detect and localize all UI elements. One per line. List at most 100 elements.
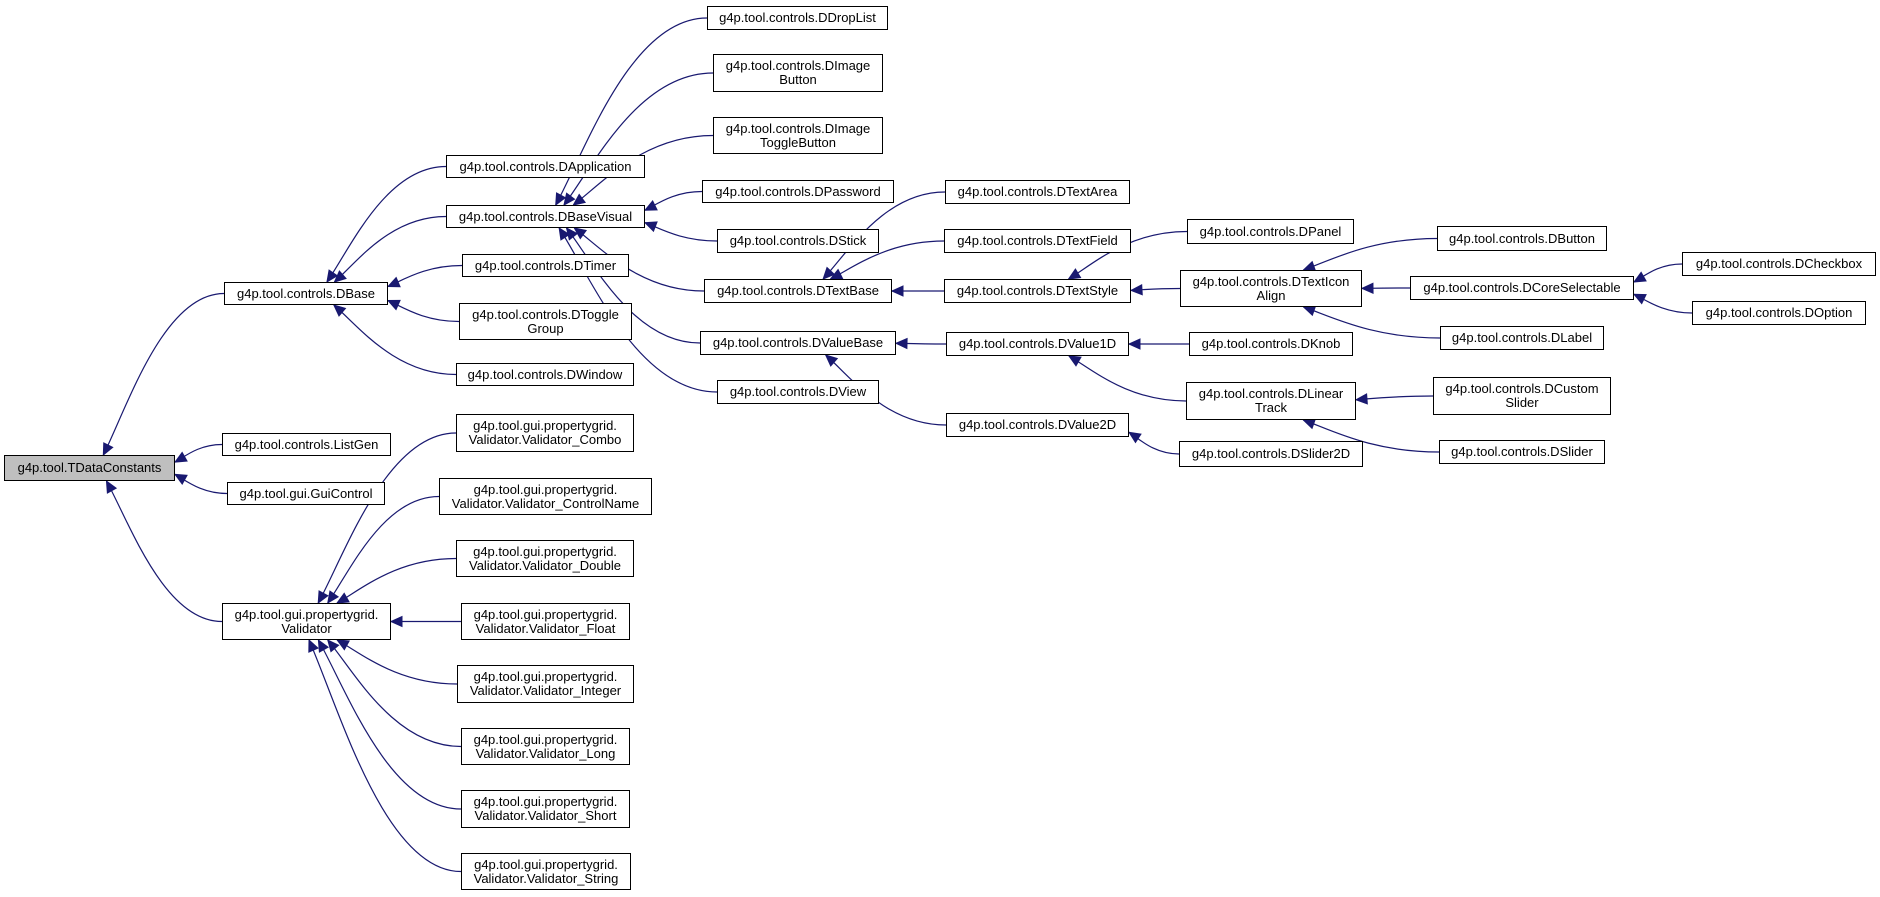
class-node-label: g4p.tool.controls.DSlider [1451,444,1593,459]
class-node-dtext-base[interactable]: g4p.tool.controls.DTextBase [704,279,892,303]
class-node-dtoggle-group[interactable]: g4p.tool.controls.DToggle Group [459,303,632,340]
edge-dknob-to-dvalue1-d-arrowhead-icon [1127,338,1141,350]
class-node-dtext-icon-align[interactable]: g4p.tool.controls.DTextIcon Align [1180,270,1362,307]
class-node-vfloat[interactable]: g4p.tool.gui.propertygrid. Validator.Vali… [461,603,630,640]
class-node-label: g4p.tool.controls.DSlider2D [1191,446,1351,461]
class-node-dtext-field[interactable]: g4p.tool.controls.DTextField [944,229,1131,253]
class-node-dtimer[interactable]: g4p.tool.controls.DTimer [462,254,629,277]
class-node-gui-control[interactable]: g4p.tool.gui.GuiControl [227,482,385,505]
class-node-vinteger[interactable]: g4p.tool.gui.propertygrid. Validator.Vali… [457,665,634,703]
class-node-dvalue-base[interactable]: g4p.tool.controls.DValueBase [700,331,896,355]
class-node-label: g4p.tool.controls.DToggle [472,306,619,322]
class-node-validator[interactable]: g4p.tool.gui.propertygrid. Validator [222,603,391,640]
class-node-dstick[interactable]: g4p.tool.controls.DStick [717,229,879,253]
class-node-label: g4p.tool.controls.ListGen [234,436,379,452]
class-node-label: g4p.tool.controls.DKnob [1201,336,1341,351]
class-node-label: g4p.tool.controls.DBase [236,285,376,301]
class-node-label: g4p.tool.controls.DPanel [1199,223,1342,239]
class-node-dlinear-track[interactable]: g4p.tool.controls.DLinear Track [1186,382,1356,420]
class-node-dlabel[interactable]: g4p.tool.controls.DLabel [1440,326,1604,350]
edge-dtoggle-group-to-dbase-arrowhead-icon [386,299,401,311]
class-node-label: Validator.Validator_Short [474,808,617,823]
edge-validator-to-tdata-constants-arrowhead-icon [105,479,118,494]
class-node-dslider[interactable]: g4p.tool.controls.DSlider [1439,440,1605,464]
edge-dpanel-to-dtext-style-arrowhead-icon [1067,268,1082,280]
class-node-label: g4p.tool.controls.DLinear [1198,386,1344,401]
class-node-vlong[interactable]: g4p.tool.gui.propertygrid. Validator.Vali… [461,728,630,765]
class-node-dapplication[interactable]: g4p.tool.controls.DApplication [446,155,645,178]
class-node-dtext-style[interactable]: g4p.tool.controls.DTextStyle [944,279,1131,303]
edge-list-gen-to-tdata-constants-arrowhead-icon [173,451,188,463]
class-node-tdata-constants[interactable]: g4p.tool.TDataConstants [4,455,175,481]
class-node-dknob[interactable]: g4p.tool.controls.DKnob [1189,332,1353,356]
class-node-label: g4p.tool.gui.propertygrid. [473,481,618,497]
class-node-label: g4p.tool.controls.DBaseVisual [458,208,633,224]
class-node-vstring[interactable]: g4p.tool.gui.propertygrid. Validator.Vali… [461,853,631,890]
edge-dcore-selectable-to-dtext-icon-align-arrowhead-icon [1360,282,1374,295]
class-node-dimage-toggle-button[interactable]: g4p.tool.controls.DImage ToggleButton [713,117,883,154]
class-node-dbase-visual[interactable]: g4p.tool.controls.DBaseVisual [446,205,645,228]
class-node-list-gen[interactable]: g4p.tool.controls.ListGen [222,433,391,456]
class-node-label: Button [779,72,817,87]
edge-dbase-to-tdata-constants [102,292,225,456]
edge-doption-to-dcore-selectable-arrowhead-icon [1632,293,1647,305]
class-node-label: g4p.tool.TDataConstants [17,460,162,475]
class-node-label: g4p.tool.controls.DStick [729,233,867,248]
edge-dcustom-slider-to-dlinear-track [1355,395,1434,401]
edge-dtext-style-to-dtext-base-arrowhead-icon [890,285,904,297]
class-node-label: g4p.tool.gui.propertygrid. [473,543,617,559]
class-node-doption[interactable]: g4p.tool.controls.DOption [1692,301,1866,325]
class-node-vcombo[interactable]: g4p.tool.gui.propertygrid. Validator.Vali… [456,414,634,452]
class-node-dwindow[interactable]: g4p.tool.controls.DWindow [456,363,634,386]
edge-gui-control-to-tdata-constants-arrowhead-icon [173,473,188,485]
edge-vshort-to-validator [317,639,462,810]
edge-dcustom-slider-to-dlinear-track-arrowhead-icon [1354,393,1368,405]
class-node-dimage-button[interactable]: g4p.tool.controls.DImage Button [713,54,883,92]
class-node-label: g4p.tool.controls.DValue1D [958,336,1117,351]
edge-dlinear-track-to-dvalue1-d-arrowhead-icon [1067,355,1082,367]
class-node-label: g4p.tool.controls.DWindow [467,366,623,382]
class-node-dbutton[interactable]: g4p.tool.controls.DButton [1437,226,1607,251]
class-node-label: Validator.Validator_Double [468,557,621,573]
class-node-label: g4p.tool.gui.propertygrid. [473,794,618,809]
class-node-ddrop-list[interactable]: g4p.tool.controls.DDropList [707,6,888,30]
class-node-label: g4p.tool.controls.DTextBase [717,283,879,298]
edge-dslider2-d-to-dvalue2-d-arrowhead-icon [1127,431,1142,444]
class-node-label: g4p.tool.gui.propertygrid. [473,606,618,622]
class-node-dbase[interactable]: g4p.tool.controls.DBase [224,282,388,305]
class-node-label: g4p.tool.controls.DTextIcon [1192,273,1350,289]
class-node-dcustom-slider[interactable]: g4p.tool.controls.DCustom Slider [1433,377,1611,415]
class-node-dtext-area[interactable]: g4p.tool.controls.DTextArea [945,180,1130,204]
class-node-dvalue2-d[interactable]: g4p.tool.controls.DValue2D [946,413,1129,437]
class-node-label: g4p.tool.controls.DButton [1449,230,1595,246]
class-node-label: g4p.tool.gui.propertygrid. [473,669,618,684]
class-node-dview[interactable]: g4p.tool.controls.DView [717,380,879,404]
class-node-dcore-selectable[interactable]: g4p.tool.controls.DCoreSelectable [1410,276,1634,300]
class-node-vshort[interactable]: g4p.tool.gui.propertygrid. Validator.Vali… [461,790,630,828]
edge-dpassword-to-dbase-visual-arrowhead-icon [643,199,658,211]
class-node-label: g4p.tool.controls.DImage [725,58,871,73]
class-node-vdouble[interactable]: g4p.tool.gui.propertygrid. Validator.Vali… [456,540,634,577]
edge-dapplication-to-dbase [326,165,447,283]
class-node-dslider2-d[interactable]: g4p.tool.controls.DSlider2D [1179,441,1363,467]
edge-vstring-to-validator [308,639,462,873]
class-node-dvalue1-d[interactable]: g4p.tool.controls.DValue1D [946,332,1129,356]
class-node-dpassword[interactable]: g4p.tool.controls.DPassword [702,180,894,203]
class-node-label: Validator.Validator_String [473,870,619,886]
edge-vcontrol-name-to-validator-arrowhead-icon [327,590,340,604]
class-node-label: Validator.Validator_Combo [468,432,622,447]
class-node-label: g4p.tool.controls.DTimer [474,257,617,273]
inheritance-graph: g4p.tool.TDataConstants g4p.tool.controls… [0,0,1880,897]
class-node-dpanel[interactable]: g4p.tool.controls.DPanel [1187,219,1354,244]
edge-vdouble-to-validator [336,557,457,604]
class-node-label: Validator [281,620,332,636]
class-node-vcontrol-name[interactable]: g4p.tool.gui.propertygrid. Validator.Vali… [439,478,652,515]
edge-dlinear-track-to-dvalue1-d [1068,355,1187,402]
class-node-label: g4p.tool.controls.DCheckbox [1695,256,1863,271]
edge-dlabel-to-dtext-icon-align-arrowhead-icon [1302,305,1317,317]
edge-dbase-visual-to-dbase [334,215,447,283]
class-node-label: Validator.Validator_Long [475,745,616,761]
class-node-label: g4p.tool.controls.DView [729,384,867,399]
class-node-label: Group [527,320,564,336]
class-node-dcheckbox[interactable]: g4p.tool.controls.DCheckbox [1682,252,1876,276]
